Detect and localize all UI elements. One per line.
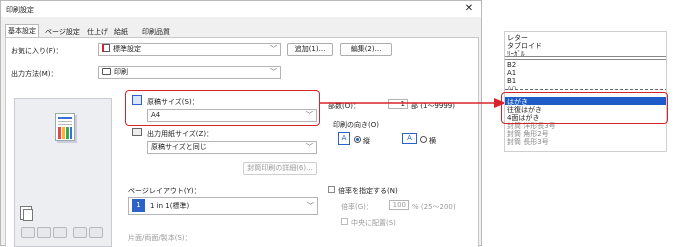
landscape-icon: A <box>402 133 417 144</box>
envelope-detail-button[interactable]: 封筒印刷の詳細(6)... <box>243 162 317 175</box>
favorites-value: 標準設定 <box>113 45 141 53</box>
portrait-label: 縦 <box>363 137 370 145</box>
center-checkbox[interactable] <box>341 218 348 225</box>
chevron-down-icon: ﹀ <box>270 68 277 76</box>
tab-basic-settings[interactable]: 基本設定 <box>5 24 39 38</box>
layout-icon-3[interactable] <box>53 227 67 238</box>
list-scroll-indicator <box>505 89 666 90</box>
portrait-radio[interactable] <box>354 136 361 143</box>
dialog-title: 印刷設定 <box>6 6 34 14</box>
print-preview <box>14 98 112 247</box>
scaling-label: 倍率を指定する(N) <box>338 187 398 195</box>
list-item[interactable]: A1 <box>507 69 516 77</box>
output-paper-size-label: 出力用紙サイズ(Z)： <box>147 130 214 138</box>
print-settings-dialog: 印刷設定 ✕ 基本設定 ページ設定 仕上げ 給紙 印刷品質 お気に入り(F)： … <box>0 0 482 247</box>
list-item[interactable]: 封筒 長形3号 <box>507 137 549 147</box>
page-layout-label: ページレイアウト(Y)： <box>128 187 201 195</box>
list-item[interactable]: ﾘｰｶﾞﾙ <box>507 49 525 59</box>
output-method-select[interactable]: 印刷 ﹀ <box>98 66 281 79</box>
list-item[interactable]: B2 <box>507 61 516 69</box>
printer-icon <box>102 68 111 75</box>
list-gap <box>505 56 666 57</box>
layout-icon-5[interactable] <box>89 227 103 238</box>
portrait-icon: A <box>338 132 350 145</box>
output-method-value: 印刷 <box>114 68 128 76</box>
chevron-down-icon: ﹀ <box>307 202 314 210</box>
postcard-highlight <box>501 92 668 124</box>
callout-arrow <box>320 98 506 108</box>
output-paper-size-select[interactable]: 原稿サイズと同じ ﹀ <box>147 141 317 154</box>
orientation-label: 印刷の向き(O) <box>333 121 379 129</box>
center-label: 中央に配置(S) <box>351 219 396 227</box>
landscape-label: 横 <box>429 137 436 145</box>
page-layout-select[interactable]: 1 1 in 1(標準) ﹀ <box>128 197 318 215</box>
scaling-range: % (25〜200) <box>412 203 456 211</box>
output-paper-size-value: 原稿サイズと同じ <box>151 143 207 151</box>
scaling-value-label: 倍率(G)： <box>341 203 373 211</box>
paper-size-icon <box>132 95 142 105</box>
paper-size-value: A4 <box>151 111 161 119</box>
layout-icon-1[interactable] <box>21 227 35 238</box>
list-gap <box>505 59 666 60</box>
output-paper-icon <box>132 128 142 136</box>
paper-size-label: 原稿サイズ(S)： <box>147 98 199 106</box>
favorites-icon <box>102 44 110 52</box>
layout-icon-4[interactable] <box>73 227 87 238</box>
copies-stack-icon <box>23 209 33 221</box>
chevron-down-icon: ﹀ <box>270 45 277 53</box>
layout-icon-2[interactable] <box>37 227 51 238</box>
page-layout-value: 1 in 1(標準) <box>150 202 190 210</box>
edit-favorite-button[interactable]: 編集(2)... <box>340 43 392 56</box>
output-method-label: 出力方法(M)： <box>11 70 58 78</box>
duplex-label: 片面/両面/製本(S)： <box>128 234 192 242</box>
chevron-down-icon: ﹀ <box>306 143 313 151</box>
paper-size-select[interactable]: A4 ﹀ <box>147 109 317 122</box>
landscape-radio[interactable] <box>420 136 427 143</box>
favorites-label: お気に入り(F)： <box>11 47 63 55</box>
chevron-down-icon: ﹀ <box>306 111 313 119</box>
favorites-select[interactable]: 標準設定 ﹀ <box>98 43 281 56</box>
close-icon[interactable]: ✕ <box>464 3 474 14</box>
list-item[interactable]: B1 <box>507 77 516 85</box>
add-favorite-button[interactable]: 追加(1)... <box>287 43 333 56</box>
scaling-checkbox[interactable] <box>328 186 335 193</box>
page-layout-badge: 1 <box>132 199 145 212</box>
scaling-input[interactable]: 100 <box>389 200 409 210</box>
title-bar: 印刷設定 ✕ <box>1 1 481 17</box>
page-thumbnail <box>55 113 75 141</box>
